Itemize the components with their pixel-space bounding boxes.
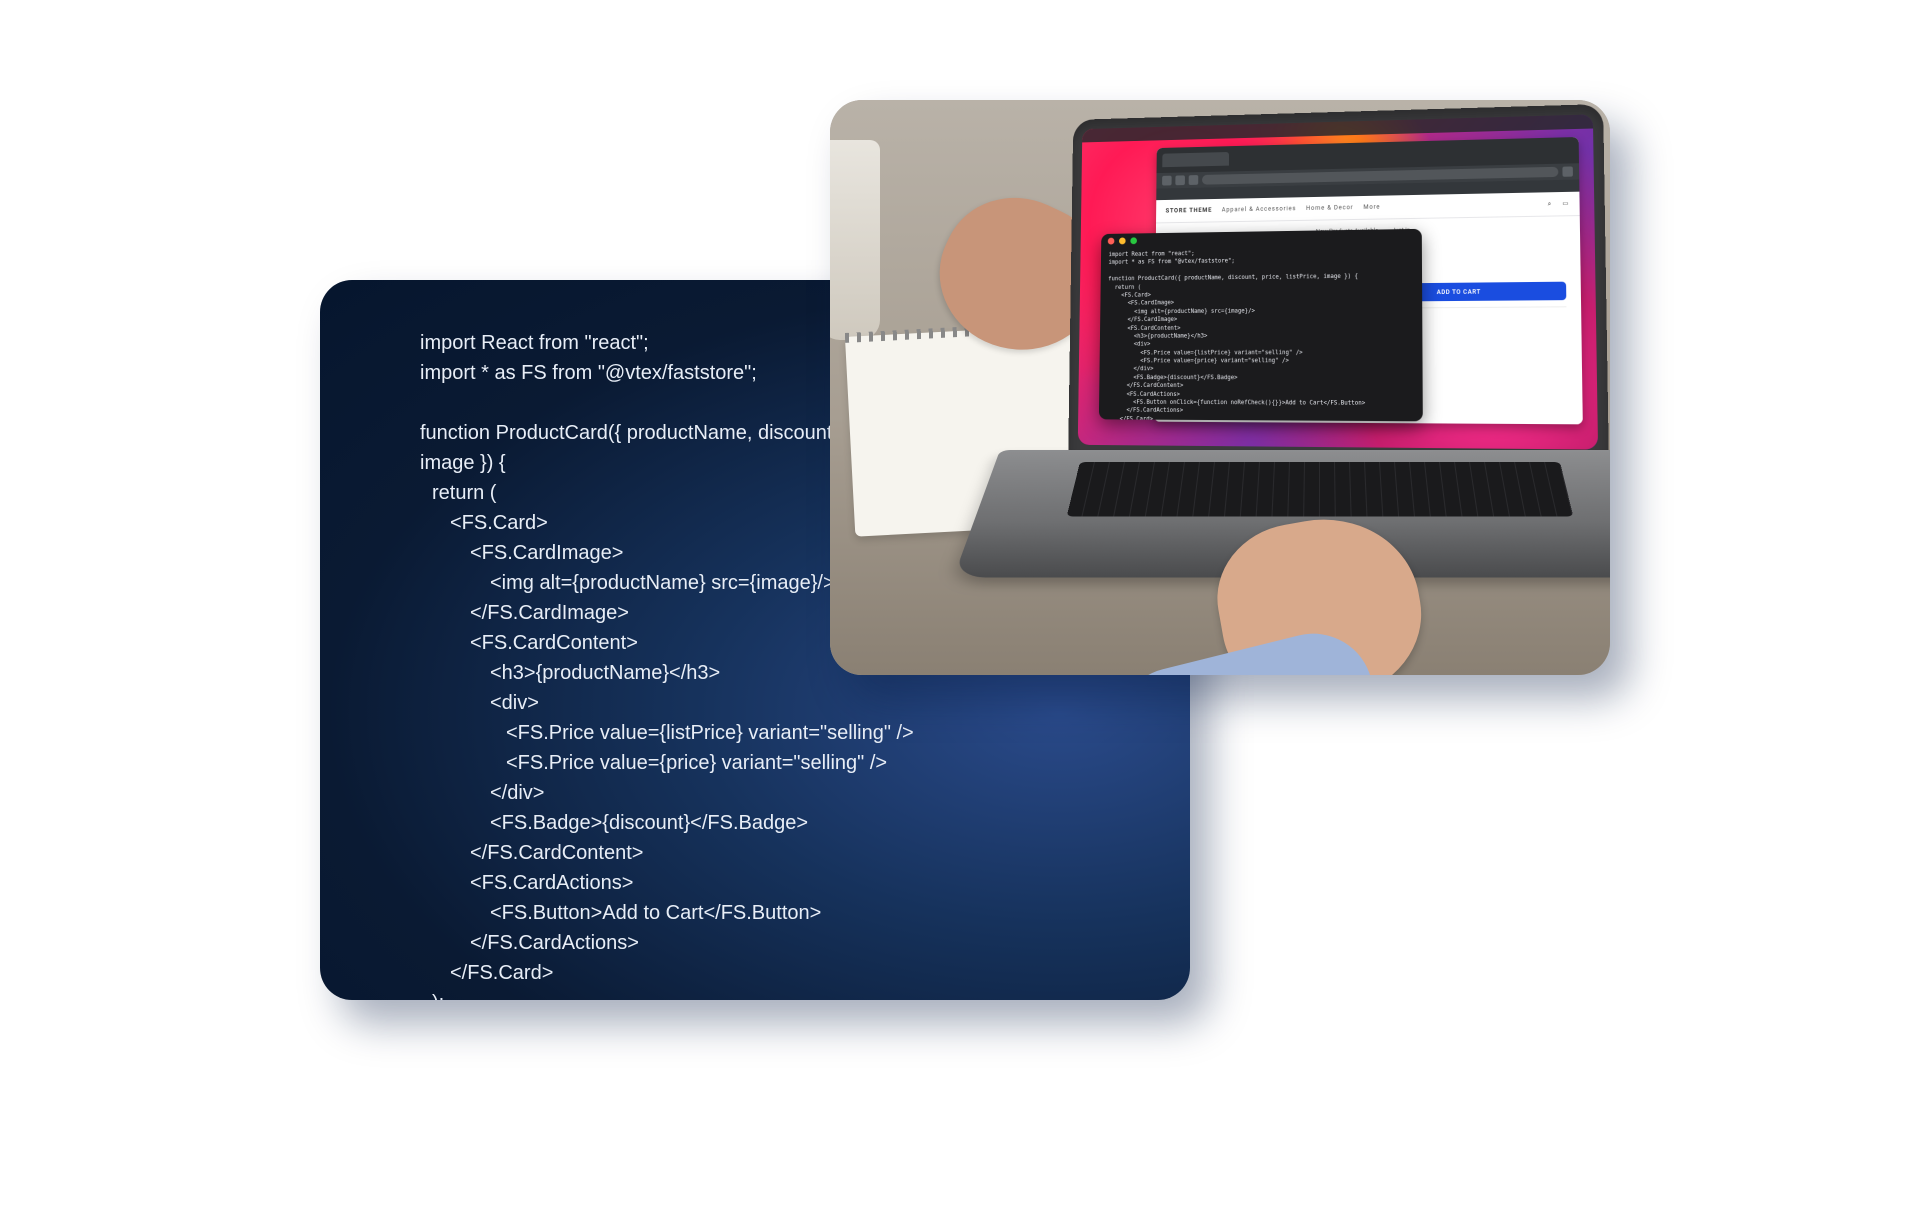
browser-tab [1162, 152, 1229, 167]
traffic-light-min-icon [1119, 237, 1126, 244]
forward-icon [1175, 175, 1185, 185]
code-line: <FS.CardActions> [420, 868, 1090, 898]
code-line: <FS.Price value={price} variant="selling… [420, 748, 1090, 778]
code-line: <FS.Button>Add to Cart</FS.Button> [420, 898, 1090, 928]
code-line: ); [420, 988, 1090, 1000]
cup [830, 140, 880, 340]
code-line: <FS.Badge>{discount}</FS.Badge> [420, 808, 1090, 838]
code-line: </FS.CardActions> [420, 928, 1090, 958]
composition-frame: import React from "react";import * as FS… [320, 100, 1600, 1100]
code-line: <div> [420, 688, 1090, 718]
cart-icon: ▭ [1562, 200, 1569, 207]
laptop: STORE THEME Apparel & Accessories Home &… [1000, 110, 1610, 670]
laptop-keyboard [1067, 462, 1574, 516]
reload-icon [1189, 175, 1199, 185]
laptop-lid: STORE THEME Apparel & Accessories Home &… [1068, 104, 1609, 464]
storefront-nav-2: Home & Decor [1306, 204, 1353, 212]
code-line: </FS.Card> [420, 958, 1090, 988]
storefront-brand: STORE THEME [1166, 207, 1213, 215]
storefront-nav-1: Apparel & Accessories [1222, 205, 1296, 213]
search-icon: ⌕ [1548, 200, 1552, 208]
traffic-light-close-icon [1108, 237, 1115, 244]
laptop-screen: STORE THEME Apparel & Accessories Home &… [1078, 114, 1598, 449]
code-line: </FS.CardContent> [420, 838, 1090, 868]
code-line: <FS.Price value={listPrice} variant="sel… [420, 718, 1090, 748]
terminal-window: import React from "react"; import * as F… [1099, 229, 1423, 421]
storefront-nav-3: More [1363, 204, 1380, 211]
back-icon [1162, 176, 1172, 186]
traffic-light-max-icon [1130, 237, 1137, 244]
extensions-icon [1562, 166, 1573, 176]
terminal-body: import React from "react"; import * as F… [1099, 243, 1423, 421]
laptop-photo-card: STORE THEME Apparel & Accessories Home &… [830, 100, 1610, 675]
code-line: </div> [420, 778, 1090, 808]
